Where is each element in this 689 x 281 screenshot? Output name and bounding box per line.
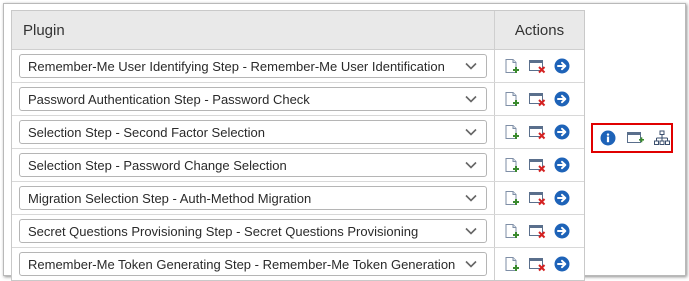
table-row: Selection Step - Password Change Selecti… <box>12 149 584 182</box>
plugin-column-header: Plugin <box>12 11 495 49</box>
go-arrow-icon[interactable] <box>554 157 570 173</box>
add-after-icon[interactable] <box>504 58 520 74</box>
actions-cell <box>495 83 584 115</box>
go-arrow-icon[interactable] <box>554 58 570 74</box>
go-arrow-icon[interactable] <box>554 91 570 107</box>
plugin-cell: Selection Step - Second Factor Selection <box>12 116 495 148</box>
remove-icon[interactable] <box>529 124 546 140</box>
plugin-select[interactable]: Selection Step - Password Change Selecti… <box>19 153 487 177</box>
remove-icon[interactable] <box>529 223 546 239</box>
remove-icon[interactable] <box>529 190 546 206</box>
plugin-select[interactable]: Password Authentication Step - Password … <box>19 87 487 111</box>
plugin-select[interactable]: Remember-Me User Identifying Step - Reme… <box>19 54 487 78</box>
plugin-select-value: Migration Selection Step - Auth-Method M… <box>28 190 312 206</box>
plugin-cell: Selection Step - Password Change Selecti… <box>12 149 495 181</box>
actions-column-header: Actions <box>514 21 565 39</box>
table-row: Selection Step - Second Factor Selection <box>12 116 584 149</box>
table-header: Plugin Actions <box>12 11 584 50</box>
actions-cell <box>495 248 584 280</box>
actions-cell <box>495 149 584 181</box>
plugin-select[interactable]: Remember-Me Token Generating Step - Reme… <box>19 252 487 276</box>
add-after-icon[interactable] <box>504 157 520 173</box>
plugin-cell: Migration Selection Step - Auth-Method M… <box>12 182 495 214</box>
actions-cell <box>495 50 584 82</box>
highlighted-action-group <box>591 123 673 153</box>
remove-icon[interactable] <box>529 256 546 272</box>
plugin-select-value: Selection Step - Password Change Selecti… <box>28 157 287 173</box>
plugin-select-value: Password Authentication Step - Password … <box>28 91 310 107</box>
add-after-icon[interactable] <box>504 190 520 206</box>
plugin-select-value: Remember-Me User Identifying Step - Reme… <box>28 58 445 74</box>
table-row: Migration Selection Step - Auth-Method M… <box>12 182 584 215</box>
plugin-select[interactable]: Secret Questions Provisioning Step - Sec… <box>19 219 487 243</box>
plugin-cell: Secret Questions Provisioning Step - Sec… <box>12 215 495 247</box>
add-after-icon[interactable] <box>504 223 520 239</box>
plugin-select-value: Secret Questions Provisioning Step - Sec… <box>28 223 419 239</box>
info-icon[interactable] <box>600 130 616 146</box>
plugin-cell: Password Authentication Step - Password … <box>12 83 495 115</box>
add-after-icon[interactable] <box>504 256 520 272</box>
remove-icon[interactable] <box>529 58 546 74</box>
plugin-cell: Remember-Me Token Generating Step - Reme… <box>12 248 495 280</box>
hierarchy-icon[interactable] <box>654 130 670 146</box>
table-row: Remember-Me User Identifying Step - Reme… <box>12 50 584 83</box>
go-arrow-icon[interactable] <box>554 223 570 239</box>
add-after-icon[interactable] <box>504 91 520 107</box>
actions-cell <box>495 215 584 247</box>
go-arrow-icon[interactable] <box>554 256 570 272</box>
plugin-table: Plugin Actions Remember-Me User Identify… <box>11 10 585 281</box>
plugin-cell: Remember-Me User Identifying Step - Reme… <box>12 50 495 82</box>
actions-cell <box>495 116 584 148</box>
plugin-select-value: Remember-Me Token Generating Step - Reme… <box>28 256 456 272</box>
plugin-panel: Plugin Actions Remember-Me User Identify… <box>3 3 686 281</box>
remove-icon[interactable] <box>529 157 546 173</box>
actions-cell <box>495 182 584 214</box>
plugin-select-value: Selection Step - Second Factor Selection <box>28 124 266 140</box>
table-row: Secret Questions Provisioning Step - Sec… <box>12 215 584 248</box>
add-after-icon[interactable] <box>504 124 520 140</box>
add-window-icon[interactable] <box>627 130 644 146</box>
remove-icon[interactable] <box>529 91 546 107</box>
plugin-select[interactable]: Migration Selection Step - Auth-Method M… <box>19 186 487 210</box>
table-row: Remember-Me Token Generating Step - Reme… <box>12 248 584 280</box>
go-arrow-icon[interactable] <box>554 124 570 140</box>
go-arrow-icon[interactable] <box>554 190 570 206</box>
table-row: Password Authentication Step - Password … <box>12 83 584 116</box>
plugin-select[interactable]: Selection Step - Second Factor Selection <box>19 120 487 144</box>
